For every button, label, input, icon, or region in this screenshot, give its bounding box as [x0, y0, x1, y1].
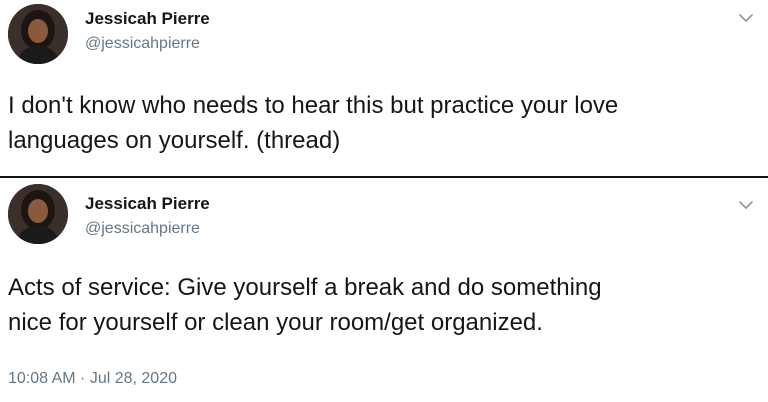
tweet: Jessicah Pierre @jessicahpierre Acts of …	[0, 178, 768, 402]
tweet-text-line: Acts of service: Give yourself a break a…	[8, 274, 602, 301]
avatar[interactable]	[8, 184, 68, 244]
tweet-text-line: nice for yourself or clean your room/get…	[8, 309, 543, 336]
chevron-down-icon[interactable]	[738, 10, 754, 22]
tweet: Jessicah Pierre @jessicahpierre I don't …	[0, 0, 768, 176]
author-handle[interactable]: @jessicahpierre	[85, 220, 200, 238]
author-name[interactable]: Jessicah Pierre	[85, 194, 210, 214]
author-handle[interactable]: @jessicahpierre	[85, 35, 200, 53]
tweet-text-line: I don't know who needs to hear this but …	[8, 92, 619, 119]
profile-photo-icon	[8, 4, 68, 64]
tweet-timestamp[interactable]: 10:08 AM · Jul 28, 2020	[8, 370, 177, 388]
profile-photo-icon	[8, 184, 68, 244]
avatar[interactable]	[8, 4, 68, 64]
author-name[interactable]: Jessicah Pierre	[85, 9, 210, 29]
chevron-down-icon[interactable]	[738, 197, 754, 209]
tweet-text: Acts of service: Give yourself a break a…	[8, 270, 760, 340]
tweet-text-line: languages on yourself. (thread)	[8, 127, 341, 154]
tweet-text: I don't know who needs to hear this but …	[8, 88, 760, 158]
